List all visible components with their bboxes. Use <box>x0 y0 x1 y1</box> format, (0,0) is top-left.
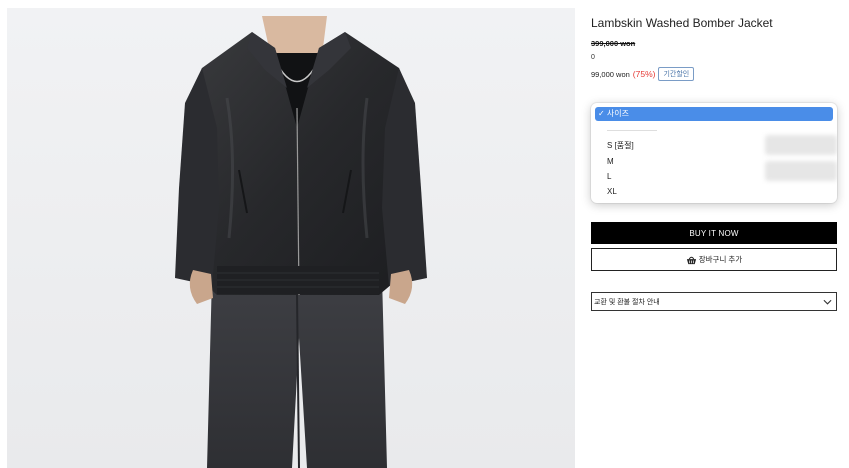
size-option-l[interactable]: L <box>595 170 833 184</box>
sale-price-row: 99,000 won (75%) 기간할인 <box>591 67 695 81</box>
discount-rate: (75%) <box>632 69 656 79</box>
sale-price: 99,000 won <box>591 69 630 79</box>
size-dropdown-menu[interactable]: ✓ 사이즈 ------------------------- S [품절] M… <box>591 103 837 203</box>
add-to-cart-label: 장바구니 추가 <box>698 255 743 264</box>
size-option-m[interactable]: M <box>595 155 833 169</box>
size-option-separator: ------------------------- <box>607 128 657 134</box>
period-discount-badge: 기간할인 <box>658 67 695 81</box>
product-title: Lambskin Washed Bomber Jacket <box>591 16 773 30</box>
add-to-cart-button[interactable]: 장바구니 추가 <box>591 248 837 271</box>
refund-guide-select[interactable]: 교환 및 환불 절차 안내 <box>591 292 837 311</box>
chevron-down-icon <box>823 299 832 305</box>
original-price: 399,000 won <box>591 39 636 48</box>
size-option-xl[interactable]: XL <box>595 185 833 199</box>
price-zero-line: 0 <box>591 54 595 61</box>
buy-now-button[interactable]: BUY IT NOW <box>591 222 837 244</box>
refund-guide-label: 교환 및 환불 절차 안내 <box>594 298 660 306</box>
size-option-s[interactable]: S [품절] <box>595 139 833 153</box>
product-image <box>7 8 575 468</box>
basket-icon <box>686 256 696 264</box>
size-option-header[interactable]: ✓ 사이즈 <box>595 107 833 121</box>
